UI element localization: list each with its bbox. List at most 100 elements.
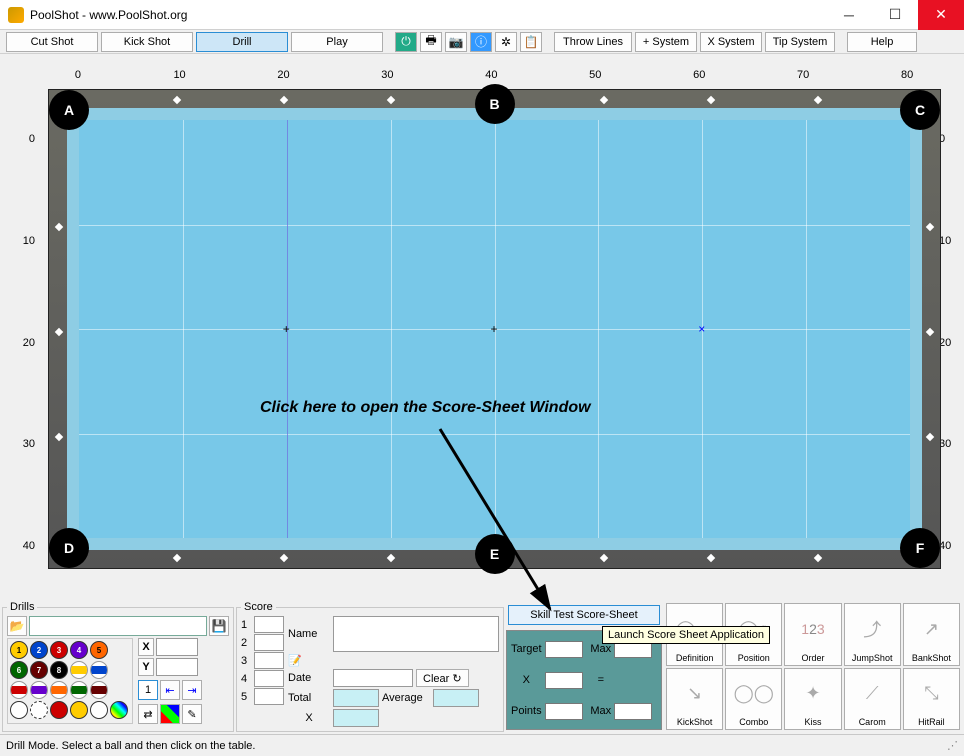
score-1[interactable] <box>254 616 284 633</box>
shot-carom[interactable]: ⟋Carom <box>844 668 901 731</box>
tip-system-button[interactable]: Tip System <box>765 32 835 52</box>
x-output <box>333 709 379 727</box>
close-button[interactable]: ✕ <box>918 0 964 30</box>
score-2[interactable] <box>254 634 284 651</box>
play-button[interactable]: Play <box>291 32 383 52</box>
tooltip: Launch Score Sheet Application <box>602 626 770 644</box>
window-title: PoolShot - www.PoolShot.org <box>30 8 187 22</box>
target-white[interactable] <box>90 701 108 719</box>
score-5[interactable] <box>254 688 284 705</box>
pool-table[interactable]: + + × A B C D E F <box>48 89 941 569</box>
pocket-e: E <box>475 534 515 574</box>
max2-input[interactable] <box>614 703 652 720</box>
resize-grip[interactable]: ⋰ <box>947 739 958 752</box>
status-text: Drill Mode. Select a ball and then click… <box>6 740 255 752</box>
mid-panel: Skill Test Score-Sheet Launch Score Shee… <box>506 601 662 732</box>
app-icon <box>8 7 24 23</box>
shot-kiss[interactable]: ✦Kiss <box>784 668 841 731</box>
shot-bankshot[interactable]: ↗BankShot <box>903 603 960 666</box>
score-4[interactable] <box>254 670 284 687</box>
name-input[interactable] <box>333 616 499 652</box>
drill-combo[interactable] <box>29 616 207 636</box>
ball-7[interactable]: 7 <box>30 661 48 679</box>
date-input[interactable] <box>333 669 413 687</box>
cue-ball[interactable] <box>10 701 28 719</box>
total-output <box>333 689 379 707</box>
color-icon[interactable] <box>160 704 180 724</box>
pocket-c: C <box>900 90 940 130</box>
ball-8[interactable]: 8 <box>50 661 68 679</box>
x-system-button[interactable]: X System <box>700 32 762 52</box>
ball-12[interactable]: 12 <box>30 681 48 699</box>
pocket-b: B <box>475 84 515 124</box>
shot-combo[interactable]: ◯◯Combo <box>725 668 782 731</box>
foot-spot: × <box>698 325 706 333</box>
mult-input[interactable] <box>545 672 583 689</box>
maximize-button[interactable]: ☐ <box>872 0 918 30</box>
target-yellow[interactable] <box>70 701 88 719</box>
throw-lines-button[interactable]: Throw Lines <box>554 32 632 52</box>
shot-order[interactable]: 123Order <box>784 603 841 666</box>
drills-panel: Drills 📂 💾 1 2 3 4 5 6 7 8 9 10 11 12 <box>2 601 234 732</box>
table-area: 0 10 20 30 40 50 60 70 80 0 10 20 30 40 … <box>0 54 964 589</box>
ruler-left: 0 10 20 30 40 <box>0 94 40 579</box>
notes-icon[interactable]: 📋 <box>520 32 542 52</box>
help-button[interactable]: Help <box>847 32 917 52</box>
page-num[interactable]: 1 <box>138 680 158 700</box>
plus-system-button[interactable]: + System <box>635 32 697 52</box>
head-spot: + <box>283 325 291 333</box>
ball-13[interactable]: 13 <box>50 681 68 699</box>
prev-icon[interactable]: ⇤ <box>160 680 180 700</box>
settings-icon[interactable]: ✲ <box>495 32 517 52</box>
clear-button[interactable]: Clear ↻ <box>416 669 469 687</box>
swap-icon[interactable]: ⇄ <box>138 704 158 724</box>
edit-icon[interactable]: ✎ <box>182 704 202 724</box>
target-rainbow[interactable] <box>110 701 128 719</box>
ball-4[interactable]: 4 <box>70 641 88 659</box>
y-input[interactable] <box>156 658 198 676</box>
power-icon[interactable]: ⏻ <box>395 32 417 52</box>
shot-hitrail[interactable]: ⤡HitRail <box>903 668 960 731</box>
skill-test-button[interactable]: Skill Test Score-Sheet <box>508 605 660 625</box>
score-3[interactable] <box>254 652 284 669</box>
title-bar: PoolShot - www.PoolShot.org ─ ☐ ✕ <box>0 0 964 30</box>
pocket-d: D <box>49 528 89 568</box>
status-bar: Drill Mode. Select a ball and then click… <box>0 734 964 756</box>
cloth[interactable]: + + × <box>79 120 910 538</box>
shot-jumpshot[interactable]: ⤴JumpShot <box>844 603 901 666</box>
minimize-button[interactable]: ─ <box>826 0 872 30</box>
ball-5[interactable]: 5 <box>90 641 108 659</box>
pocket-f: F <box>900 528 940 568</box>
center-spot: + <box>491 325 499 333</box>
ball-11[interactable]: 11 <box>10 681 28 699</box>
open-icon[interactable]: 📂 <box>7 616 27 636</box>
ball-14[interactable]: 14 <box>70 681 88 699</box>
score-panel: Score 1 2 3 4 5 Name 📝 DateClear ↻ Total… <box>236 601 504 732</box>
target-red[interactable] <box>50 701 68 719</box>
ball-1[interactable]: 1 <box>10 641 28 659</box>
ball-15[interactable]: 15 <box>90 681 108 699</box>
ball-3[interactable]: 3 <box>50 641 68 659</box>
info-icon[interactable]: ⓘ <box>470 32 492 52</box>
x-input[interactable] <box>156 638 198 656</box>
pocket-a: A <box>49 90 89 130</box>
cut-shot-button[interactable]: Cut Shot <box>6 32 98 52</box>
shot-kickshot[interactable]: ↘KickShot <box>666 668 723 731</box>
kick-shot-button[interactable]: Kick Shot <box>101 32 193 52</box>
save-icon[interactable]: 💾 <box>209 616 229 636</box>
drill-button[interactable]: Drill <box>196 32 288 52</box>
points-input[interactable] <box>545 703 583 720</box>
camera-icon[interactable]: 📷 <box>445 32 467 52</box>
target-input[interactable] <box>545 641 583 658</box>
print-icon[interactable]: 🖶 <box>420 32 442 52</box>
main-toolbar: Cut Shot Kick Shot Drill Play ⏻ 🖶 📷 ⓘ ✲ … <box>0 30 964 54</box>
ball-6[interactable]: 6 <box>10 661 28 679</box>
bottom-panels: Drills 📂 💾 1 2 3 4 5 6 7 8 9 10 11 12 <box>0 599 964 734</box>
ball-10[interactable]: 10 <box>90 661 108 679</box>
calc-grid: Target Max X = Points Max <box>506 630 662 730</box>
next-icon[interactable]: ⇥ <box>182 680 202 700</box>
average-output <box>433 689 479 707</box>
ghost-ball[interactable] <box>30 701 48 719</box>
ball-9[interactable]: 9 <box>70 661 88 679</box>
ball-2[interactable]: 2 <box>30 641 48 659</box>
